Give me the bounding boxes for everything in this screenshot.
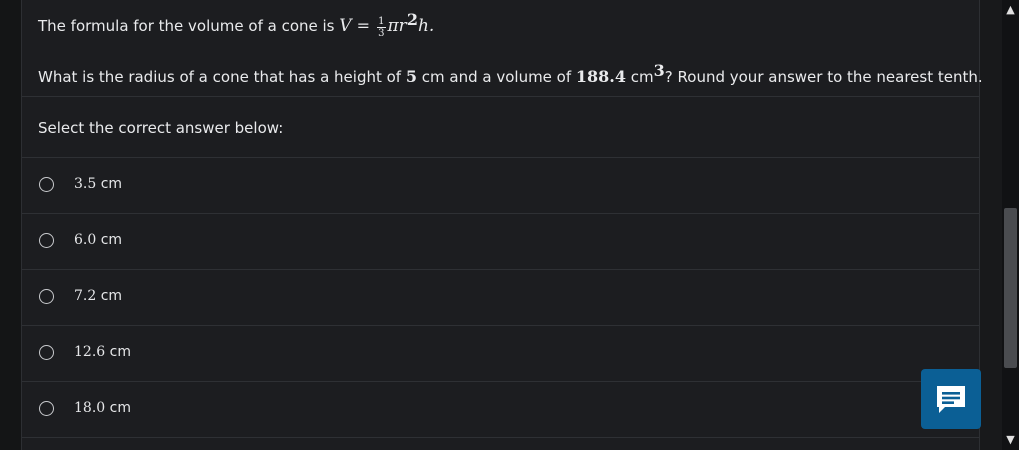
answer-option-1[interactable]: 3.5 cm bbox=[22, 158, 979, 213]
option-unit: cm bbox=[96, 232, 123, 248]
radio-button[interactable] bbox=[39, 177, 54, 192]
option-unit: cm bbox=[96, 288, 123, 304]
question-ask-line: What is the radius of a cone that has a … bbox=[38, 61, 983, 86]
formula-prefix-text: The formula for the volume of a cone is bbox=[38, 17, 340, 35]
option-unit: cm bbox=[96, 176, 123, 192]
answer-option-4[interactable]: 12.6 cm bbox=[22, 326, 979, 381]
scrollbar-thumb[interactable] bbox=[1004, 208, 1017, 368]
fraction-numerator: 1 bbox=[377, 16, 386, 28]
ask-text-2: cm and a volume of bbox=[417, 68, 576, 86]
option-value: 12.6 bbox=[74, 344, 106, 360]
divider bbox=[22, 437, 979, 438]
volume-exponent: 3 bbox=[653, 61, 665, 80]
volume-value: 188.4 bbox=[575, 67, 627, 86]
radio-button[interactable] bbox=[39, 401, 54, 416]
formula-exponent: 2 bbox=[406, 10, 418, 29]
option-unit: cm bbox=[105, 400, 131, 416]
option-label: 18.0 cm bbox=[74, 400, 131, 416]
chat-bubble-icon bbox=[937, 386, 965, 413]
formula-pi-r: πr bbox=[387, 16, 407, 36]
option-value: 7.2 bbox=[74, 288, 97, 304]
radio-button[interactable] bbox=[39, 289, 54, 304]
answer-option-2[interactable]: 6.0 cm bbox=[22, 214, 979, 269]
option-label: 12.6 cm bbox=[74, 344, 131, 360]
option-value: 18.0 bbox=[74, 400, 106, 416]
chevron-up-icon[interactable]: ▲ bbox=[1003, 3, 1018, 17]
ask-text-3: ? Round your answer to the nearest tenth… bbox=[664, 68, 983, 86]
radio-button[interactable] bbox=[39, 233, 54, 248]
option-unit: cm bbox=[105, 344, 131, 360]
option-label: 3.5 cm bbox=[74, 176, 122, 192]
formula-equals: = bbox=[351, 16, 376, 35]
radio-button[interactable] bbox=[39, 345, 54, 360]
chevron-down-icon[interactable]: ▼ bbox=[1003, 433, 1018, 447]
formula-h: h. bbox=[417, 16, 435, 36]
option-label: 6.0 cm bbox=[74, 232, 122, 248]
height-value: 5 bbox=[405, 67, 417, 86]
formula-fraction: 13 bbox=[377, 16, 386, 39]
option-value: 6.0 bbox=[74, 232, 97, 248]
chat-button[interactable] bbox=[921, 369, 981, 429]
answer-option-3[interactable]: 7.2 cm bbox=[22, 270, 979, 325]
formula-variable-v: V bbox=[339, 16, 352, 36]
question-formula-line: The formula for the volume of a cone is … bbox=[38, 10, 434, 39]
ask-text-1: What is the radius of a cone that has a … bbox=[38, 68, 406, 86]
option-value: 3.5 bbox=[74, 176, 97, 192]
volume-unit: cm bbox=[626, 68, 654, 86]
fraction-denominator: 3 bbox=[378, 28, 385, 39]
left-gutter bbox=[0, 0, 21, 450]
option-label: 7.2 cm bbox=[74, 288, 122, 304]
answer-option-5[interactable]: 18.0 cm bbox=[22, 382, 979, 437]
answer-prompt: Select the correct answer below: bbox=[38, 119, 284, 137]
divider bbox=[22, 96, 979, 97]
